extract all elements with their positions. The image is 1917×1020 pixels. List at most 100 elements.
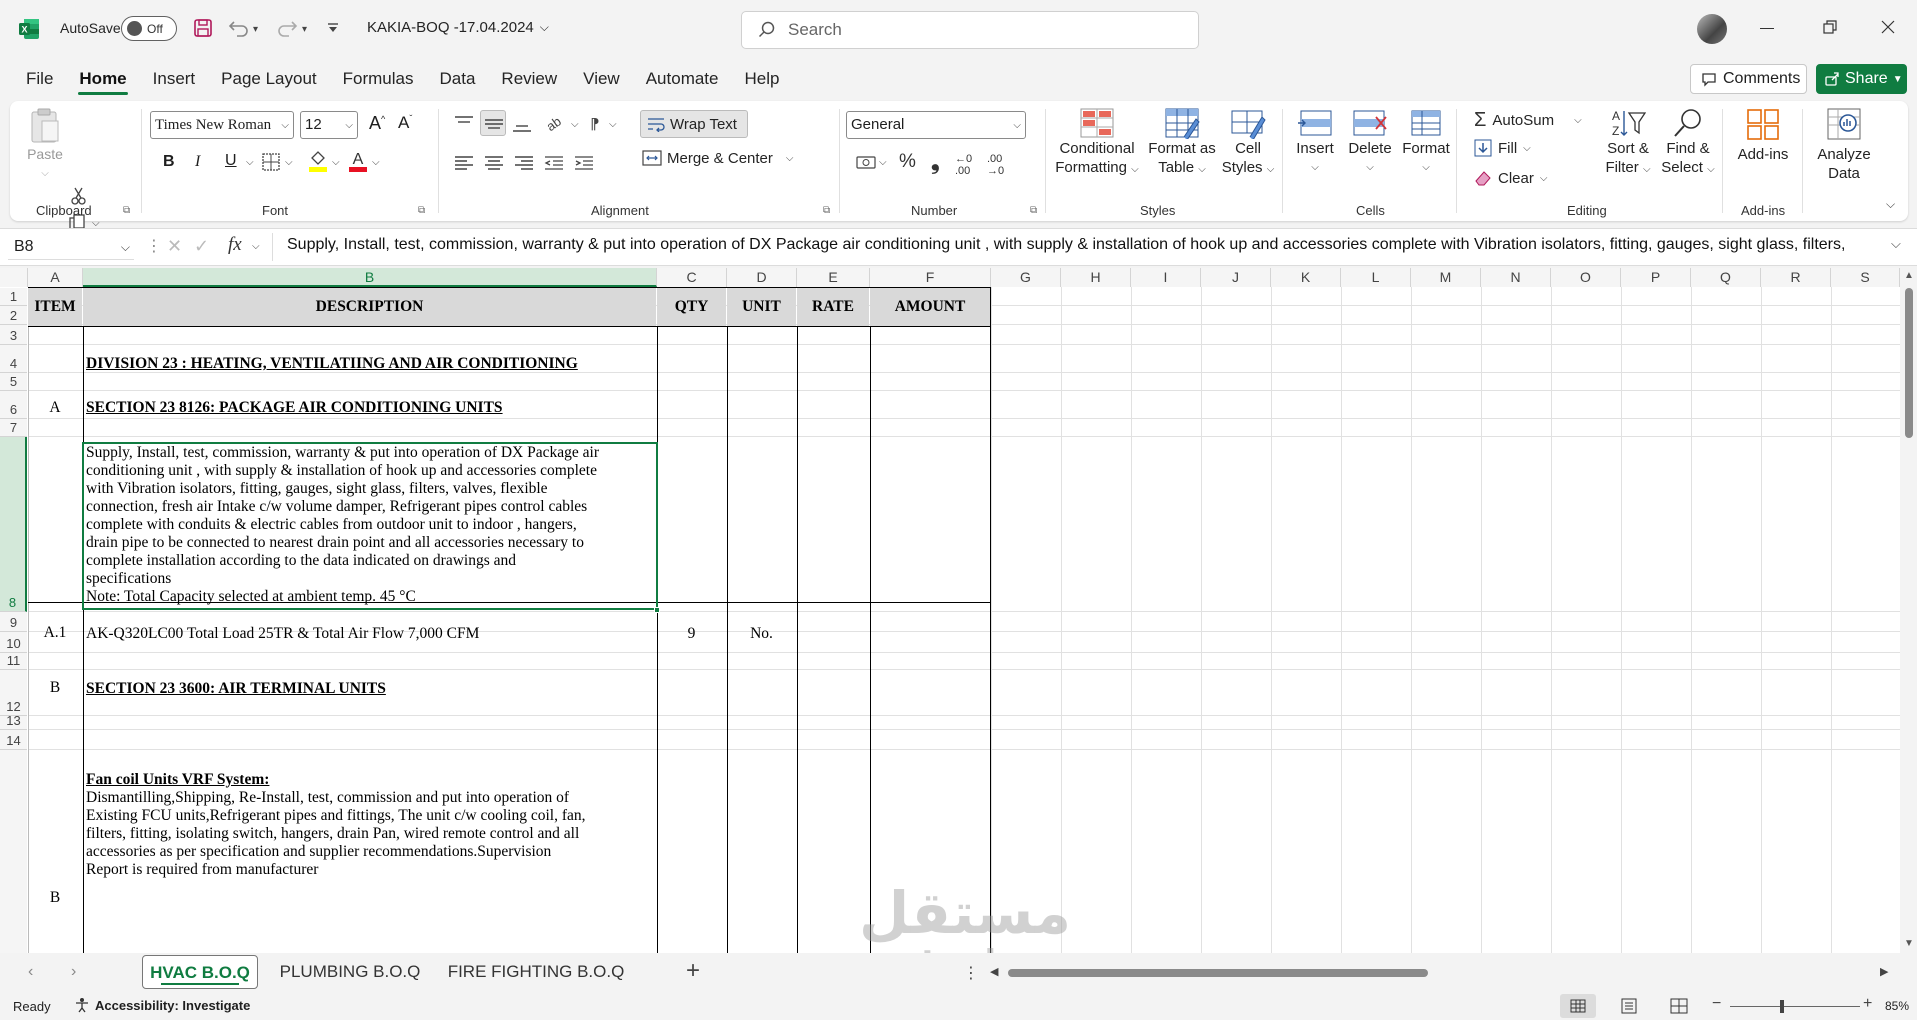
dialog-launcher-icon[interactable]: ⧉ xyxy=(823,205,830,216)
tab-help[interactable]: Help xyxy=(731,58,792,100)
fill-button[interactable]: Fill ⌵ xyxy=(1474,139,1531,157)
redo-dropdown-icon[interactable]: ▾ xyxy=(302,24,307,35)
vertical-scrollbar[interactable]: ▲ ▼ xyxy=(1900,268,1917,953)
chevron-down-icon[interactable]: ⌵ xyxy=(372,157,380,168)
select-all-corner[interactable] xyxy=(0,268,28,287)
prev-sheet-icon[interactable]: ‹ xyxy=(28,963,33,981)
column-header-l[interactable]: L xyxy=(1341,268,1411,287)
horizontal-scroll-thumb[interactable] xyxy=(1008,969,1428,977)
row-header-14[interactable]: 14 xyxy=(0,730,27,750)
share-button[interactable]: Share ▼ xyxy=(1816,64,1907,94)
column-header-m[interactable]: M xyxy=(1411,268,1481,287)
bold-icon[interactable]: B xyxy=(163,153,175,171)
cell-c10[interactable]: 9 xyxy=(657,625,726,643)
column-header-a[interactable]: A xyxy=(28,268,83,287)
accounting-format-icon[interactable] xyxy=(855,153,877,171)
undo-icon[interactable] xyxy=(228,18,250,38)
formula-input[interactable]: Supply, Install, test, commission, warra… xyxy=(287,236,1887,254)
insert-function-icon[interactable]: fx xyxy=(228,234,242,256)
close-icon[interactable] xyxy=(1880,19,1896,35)
comma-style-icon[interactable]: ❟ xyxy=(931,149,940,175)
cancel-entry-icon[interactable]: ✕ xyxy=(167,236,182,257)
clear-button[interactable]: Clear ⌵ xyxy=(1474,169,1547,187)
row-header-13[interactable]: 13 xyxy=(0,713,27,730)
header-unit[interactable]: UNIT xyxy=(727,288,796,326)
bottom-align-icon[interactable] xyxy=(512,117,532,133)
tab-data[interactable]: Data xyxy=(427,58,489,100)
chevron-down-icon[interactable]: ⌵ xyxy=(246,157,254,168)
chevron-down-icon[interactable]: ⌵ xyxy=(879,157,887,168)
vertical-scroll-thumb[interactable] xyxy=(1905,288,1913,438)
column-header-b[interactable]: B xyxy=(83,268,657,287)
spreadsheet-grid[interactable]: ABCDEFGHIJKLMNOPQRS 1 2 3 4 5 6 7 8 9 10 11 12 13 14 … xyxy=(0,268,1900,953)
search-box[interactable]: Search xyxy=(741,11,1199,49)
add-ins-button[interactable]: Add-ins xyxy=(1728,107,1798,164)
middle-align-button[interactable] xyxy=(480,110,506,136)
row-header-3[interactable]: 3 xyxy=(0,325,27,345)
paste-button[interactable]: Paste ⌵ xyxy=(24,107,66,183)
cell-d10[interactable]: No. xyxy=(727,625,796,643)
scroll-down-icon[interactable]: ▼ xyxy=(1904,938,1914,949)
scroll-up-icon[interactable]: ▲ xyxy=(1904,270,1914,281)
column-header-q[interactable]: Q xyxy=(1691,268,1761,287)
tab-view[interactable]: View xyxy=(570,58,633,100)
column-header-g[interactable]: G xyxy=(991,268,1061,287)
column-header-p[interactable]: P xyxy=(1621,268,1691,287)
row-header-15[interactable] xyxy=(0,750,27,953)
dialog-launcher-icon[interactable]: ⧉ xyxy=(418,205,425,216)
avatar[interactable] xyxy=(1697,14,1727,44)
page-break-view-icon[interactable] xyxy=(1670,998,1688,1014)
restore-icon[interactable] xyxy=(1822,19,1838,35)
zoom-level[interactable]: 85% xyxy=(1885,999,1909,1013)
tab-page-layout[interactable]: Page Layout xyxy=(208,58,329,100)
insert-cells-button[interactable]: Insert ⌵ xyxy=(1292,107,1338,177)
column-header-n[interactable]: N xyxy=(1481,268,1551,287)
chevron-down-icon[interactable]: ⌵ xyxy=(609,119,617,130)
font-color-icon[interactable]: A xyxy=(348,149,368,173)
tab-insert[interactable]: Insert xyxy=(140,58,209,100)
row-header-8[interactable]: 8 xyxy=(0,437,27,612)
font-size-select[interactable]: 12 ⌵ xyxy=(300,111,358,139)
cell-a10[interactable]: A.1 xyxy=(28,624,82,642)
font-name-select[interactable]: Times New Roman ⌵ xyxy=(150,111,294,139)
expand-formula-icon[interactable]: ⌵ xyxy=(1891,236,1901,252)
cell-a6[interactable]: A xyxy=(28,399,82,417)
page-layout-view-icon[interactable] xyxy=(1620,998,1638,1014)
row-header-2[interactable]: 2 xyxy=(0,306,27,325)
column-header-r[interactable]: R xyxy=(1761,268,1831,287)
decrease-font-icon[interactable]: Aˇ xyxy=(398,113,412,133)
fill-color-icon[interactable] xyxy=(308,149,328,173)
sheet-tab-hvac[interactable]: HVAC B.O.Q xyxy=(142,955,258,989)
header-description[interactable]: DESCRIPTION xyxy=(83,288,656,326)
undo-dropdown-icon[interactable]: ▾ xyxy=(253,24,258,35)
minimize-icon[interactable] xyxy=(1760,28,1774,29)
align-left-icon[interactable] xyxy=(454,155,474,171)
dialog-launcher-icon[interactable]: ⧉ xyxy=(1030,205,1037,216)
row-header-7[interactable]: 7 xyxy=(0,419,27,437)
normal-view-button[interactable] xyxy=(1560,994,1596,1018)
autosave-toggle[interactable]: Off xyxy=(121,16,177,41)
chevron-down-icon[interactable]: ⌵ xyxy=(571,119,579,130)
sheet-tab-fire-fighting[interactable]: FIRE FIGHTING B.O.Q xyxy=(444,955,628,989)
zoom-slider[interactable] xyxy=(1730,1006,1860,1007)
row-header-10[interactable]: 10 xyxy=(0,632,27,653)
column-header-o[interactable]: O xyxy=(1551,268,1621,287)
autosum-button[interactable]: Σ AutoSum ⌵ xyxy=(1474,109,1582,132)
customize-qat-icon[interactable] xyxy=(326,22,340,34)
row-header-6[interactable]: 6 xyxy=(0,391,27,419)
column-header-e[interactable]: E xyxy=(797,268,870,287)
underline-icon[interactable]: U xyxy=(225,152,237,170)
sheet-tab-plumbing[interactable]: PLUMBING B.O.Q xyxy=(270,955,430,989)
cell-a12[interactable]: B xyxy=(28,679,82,697)
tab-home[interactable]: Home xyxy=(66,58,139,100)
decrease-decimal-icon[interactable]: .00 →0 xyxy=(987,153,1004,177)
tab-formulas[interactable]: Formulas xyxy=(330,58,427,100)
align-right-icon[interactable] xyxy=(514,155,534,171)
row-header-5[interactable]: 5 xyxy=(0,373,27,391)
fill-handle[interactable] xyxy=(654,607,660,613)
column-header-d[interactable]: D xyxy=(727,268,797,287)
accessibility-button[interactable]: Accessibility: Investigate xyxy=(74,997,250,1013)
column-header-h[interactable]: H xyxy=(1061,268,1131,287)
format-cells-button[interactable]: Format ⌵ xyxy=(1398,107,1454,177)
orientation-icon[interactable]: ab xyxy=(544,113,566,133)
